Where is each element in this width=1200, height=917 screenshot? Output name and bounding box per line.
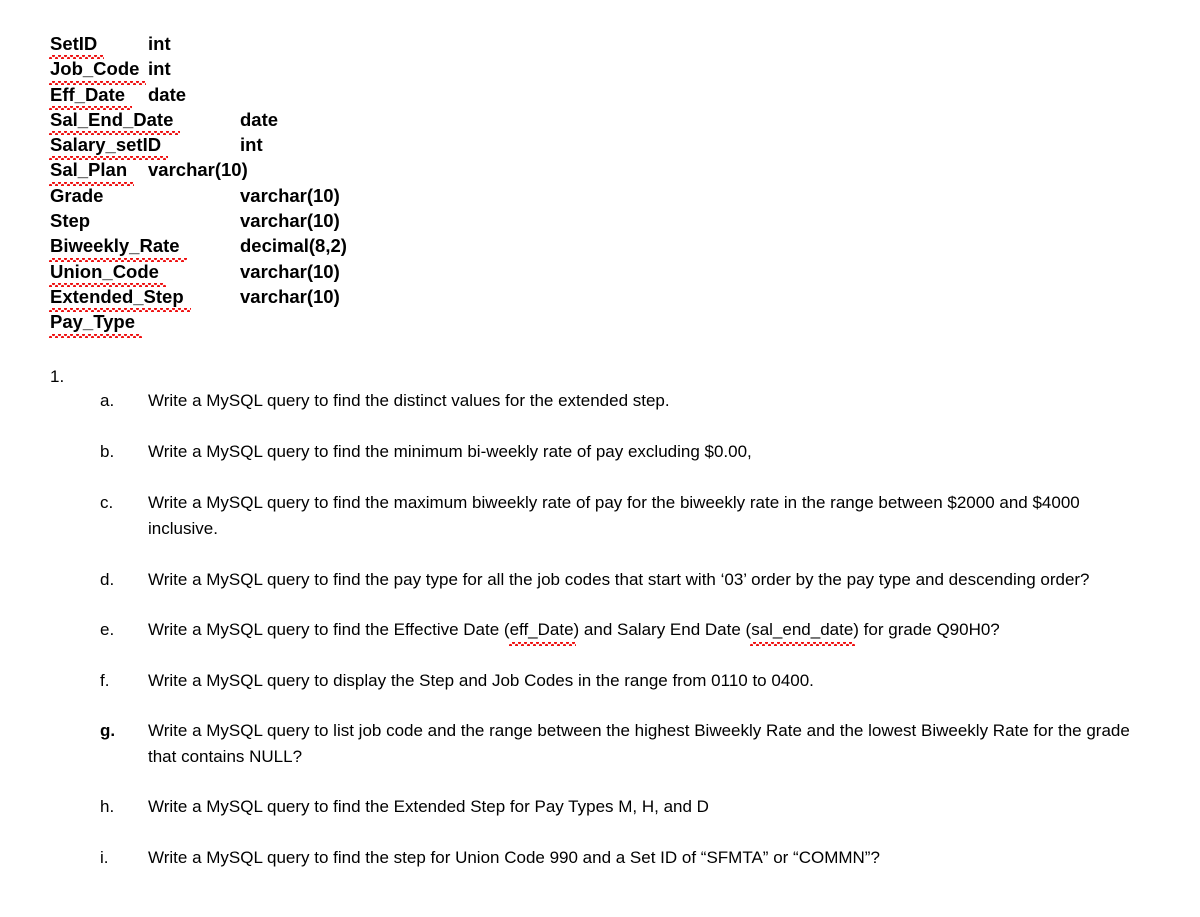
- list-number: 1.: [50, 367, 65, 386]
- question-letter: d.: [100, 570, 115, 589]
- schema-field-name: Step: [50, 210, 91, 232]
- question-item: g. Write a MySQL query to list job code a…: [100, 718, 1145, 769]
- question-text: Write a MySQL query to find the distinct…: [148, 391, 670, 410]
- schema-field-name: Sal_End_Date: [48, 107, 181, 136]
- question-letter: h.: [100, 797, 115, 816]
- question-text: Write a MySQL query to find the step for…: [148, 848, 880, 867]
- question-item: b. Write a MySQL query to find the minimu…: [100, 439, 1145, 465]
- schema-field-type: int: [148, 58, 171, 80]
- text-run: ) for grade Q90H0?: [853, 620, 1000, 639]
- question-text: Write a MySQL query to find the pay type…: [148, 570, 1090, 589]
- question-item: h. Write a MySQL query to find the Extend…: [100, 794, 1145, 820]
- question-text: Write a MySQL query to display the Step …: [148, 671, 814, 690]
- schema-field-type: decimal(8,2): [240, 235, 347, 257]
- question-text: Write a MySQL query to find the Extended…: [148, 797, 709, 816]
- schema-field-name: Pay_Type: [48, 309, 143, 338]
- schema-definition-block: SetID int Job_Code int Eff_Date date Sal_End_D…: [48, 31, 1150, 338]
- schema-field-name: Union_Code: [49, 259, 166, 288]
- schema-row: Extended_Step varchar(10): [49, 284, 1150, 313]
- misspelled-token: sal_end_date: [750, 617, 856, 645]
- text-run: Write a MySQL query to find the Effectiv…: [148, 620, 510, 639]
- question-text: Write a MySQL query to find the maximum …: [148, 493, 1080, 538]
- question-item: a. Write a MySQL query to find the distin…: [100, 388, 1145, 414]
- schema-row: Pay_Type: [48, 309, 1150, 338]
- schema-field-type: int: [148, 33, 171, 54]
- schema-field-type: date: [240, 108, 279, 130]
- question-item: f. Write a MySQL query to display the Ste…: [100, 668, 1145, 694]
- schema-row: Union_Code varchar(10): [49, 259, 1150, 288]
- schema-row: Job_Code int: [48, 56, 1150, 85]
- schema-field-name: Eff_Date: [48, 82, 133, 111]
- schema-field-name: Sal_Plan: [48, 157, 135, 187]
- question-letter: e.: [100, 620, 115, 639]
- schema-row: SetID int: [48, 31, 1150, 60]
- question-letter: g.: [100, 721, 116, 740]
- schema-row: Sal_End_Date date: [48, 107, 1150, 136]
- schema-field-type: date: [148, 83, 187, 105]
- text-run: ) and Salary End Date (: [573, 620, 752, 639]
- question-letter: c.: [100, 493, 114, 512]
- schema-field-name: Biweekly_Rate: [49, 233, 187, 263]
- schema-field-type: int: [240, 134, 263, 156]
- schema-row: Biweekly_Rate decimal(8,2): [49, 233, 1150, 263]
- schema-row: Sal_Plan varchar(10): [48, 157, 1150, 187]
- question-item: c. Write a MySQL query to find the maximu…: [100, 490, 1145, 541]
- schema-field-name: Grade: [50, 184, 104, 206]
- misspelled-token: eff_Date: [508, 617, 576, 645]
- question-letter: a.: [100, 391, 115, 410]
- question-letter: i.: [100, 848, 109, 867]
- question-item: d. Write a MySQL query to find the pay ty…: [100, 567, 1145, 593]
- question-item: i. Write a MySQL query to find the step f…: [100, 845, 1145, 871]
- schema-field-name: Extended_Step: [49, 284, 191, 313]
- schema-field-type: varchar(10): [240, 184, 340, 206]
- question-item: e. Write a MySQL query to find the Effect…: [100, 617, 1145, 645]
- schema-field-name: Job_Code: [48, 56, 147, 85]
- question-letter: b.: [100, 442, 115, 461]
- schema-row: Eff_Date date: [48, 82, 1150, 111]
- schema-row: Salary_setID int: [48, 132, 1150, 161]
- schema-field-name: SetID: [48, 31, 105, 60]
- question-text: Write a MySQL query to list job code and…: [148, 721, 1130, 766]
- schema-field-type: varchar(10): [240, 210, 340, 232]
- schema-field-type: varchar(10): [240, 285, 340, 307]
- schema-field-type: varchar(10): [148, 159, 248, 181]
- question-letter: f.: [100, 671, 110, 690]
- schema-field-type: varchar(10): [240, 260, 340, 282]
- schema-row: Step varchar(10): [50, 208, 1150, 233]
- question-text: Write a MySQL query to find the minimum …: [148, 442, 752, 461]
- schema-field-name: Salary_setID: [48, 132, 169, 161]
- question-text: Write a MySQL query to find the Effectiv…: [148, 617, 1145, 645]
- schema-row: Grade varchar(10): [50, 183, 1150, 208]
